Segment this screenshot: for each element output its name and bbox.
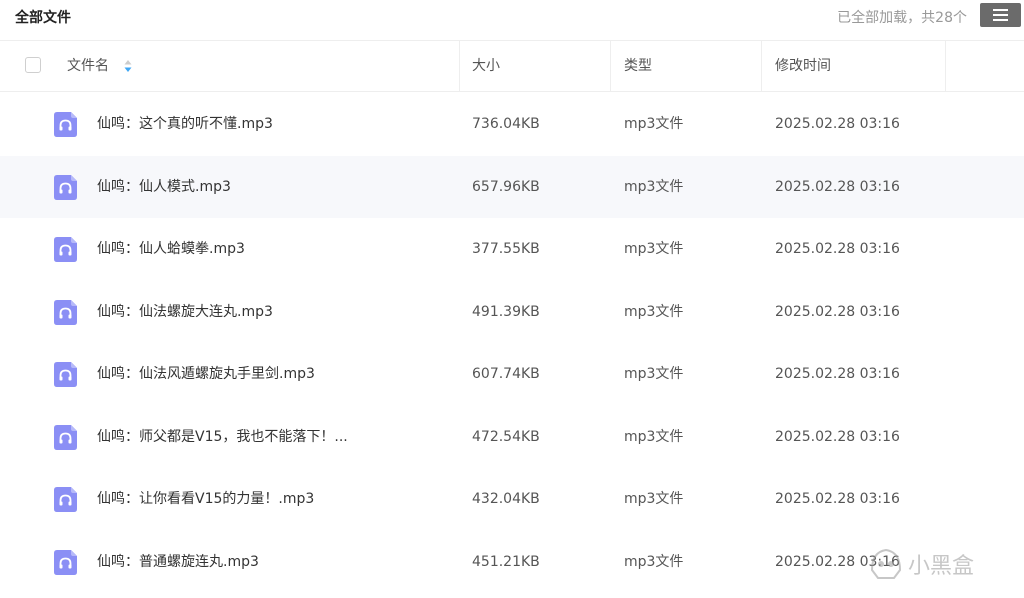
audio-file-icon (54, 362, 77, 387)
watermark-text: 小黑盒 (908, 554, 974, 579)
table-row[interactable]: 仙鸣：这个真的听不懂.mp3 736.04KB mp3文件 2025.02.28 03… (0, 93, 1024, 156)
file-name[interactable]: 仙鸣：师父都是V15，我也不能落下！... (97, 406, 348, 469)
file-modified: 2025.02.28 03:16 (775, 491, 900, 507)
file-type: mp3文件 (624, 116, 684, 132)
table-row[interactable]: 仙鸣：仙人蛤蟆拳.mp3 377.55KB mp3文件 2025.02.28 03:1… (0, 218, 1024, 281)
file-size: 451.21KB (472, 553, 540, 570)
hamburger-icon (993, 9, 1008, 21)
file-name[interactable]: 仙鸣：这个真的听不懂.mp3 (97, 93, 273, 156)
file-type: mp3文件 (624, 553, 684, 570)
sort-icon[interactable] (124, 59, 132, 73)
file-modified: 2025.02.28 03:16 (775, 116, 900, 132)
audio-file-icon (54, 487, 77, 512)
file-size: 472.54KB (472, 428, 540, 445)
toolbar: 全部文件 已全部加载，共28个 (0, 0, 1024, 40)
file-type: mp3文件 (624, 366, 684, 382)
column-divider (945, 41, 946, 92)
audio-file-icon (54, 112, 77, 137)
column-header-modified[interactable]: 修改时间 (775, 41, 831, 92)
file-modified: 2025.02.28 03:16 (775, 178, 900, 195)
table-row[interactable]: 仙鸣：让你看看V15的力量！.mp3 432.04KB mp3文件 2025.02.2… (0, 468, 1024, 531)
audio-file-icon (54, 549, 77, 575)
audio-file-icon (54, 424, 77, 450)
file-size: 377.55KB (472, 241, 540, 257)
audio-file-icon (54, 174, 77, 200)
file-modified: 2025.02.28 03:16 (775, 366, 900, 382)
table-header: 文件名 大小 类型 修改时间 (0, 40, 1024, 92)
file-size: 736.04KB (472, 116, 540, 132)
column-header-type[interactable]: 类型 (624, 41, 652, 92)
table-row[interactable]: 仙鸣：仙法螺旋大连丸.mp3 491.39KB mp3文件 2025.02.28 03… (0, 281, 1024, 344)
file-modified: 2025.02.28 03:16 (775, 241, 900, 257)
column-divider (610, 41, 611, 92)
file-name[interactable]: 仙鸣：让你看看V15的力量！.mp3 (97, 468, 314, 531)
file-modified: 2025.02.28 03:16 (775, 303, 900, 320)
file-modified: 2025.02.28 03:16 (775, 428, 900, 445)
file-type: mp3文件 (624, 491, 684, 507)
column-divider (459, 41, 460, 92)
file-name[interactable]: 仙鸣：仙人蛤蟆拳.mp3 (97, 218, 245, 281)
file-list: 仙鸣：这个真的听不懂.mp3 736.04KB mp3文件 2025.02.28 03… (0, 93, 1024, 593)
file-name[interactable]: 仙鸣：仙法螺旋大连丸.mp3 (97, 281, 273, 344)
file-type: mp3文件 (624, 178, 684, 195)
file-size: 607.74KB (472, 366, 540, 382)
file-size: 657.96KB (472, 178, 540, 195)
watermark-logo: 小黑盒 (870, 548, 974, 579)
audio-file-icon (54, 237, 77, 262)
file-name[interactable]: 仙鸣：仙人模式.mp3 (97, 156, 231, 219)
file-size: 432.04KB (472, 491, 540, 507)
load-status-text: 已全部加载，共28个 (837, 10, 967, 26)
select-all-checkbox[interactable] (25, 57, 41, 73)
file-type: mp3文件 (624, 303, 684, 320)
audio-file-icon (54, 299, 77, 325)
table-row[interactable]: 仙鸣：师父都是V15，我也不能落下！... 472.54KB mp3文件 2025.0… (0, 406, 1024, 469)
column-header-name[interactable]: 文件名 (67, 41, 109, 92)
file-size: 491.39KB (472, 303, 540, 320)
table-row[interactable]: 仙鸣：仙人模式.mp3 657.96KB mp3文件 2025.02.28 03:16 (0, 155, 1024, 219)
file-name[interactable]: 仙鸣：普通螺旋连丸.mp3 (97, 531, 259, 594)
file-name[interactable]: 仙鸣：仙法风遁螺旋丸手里剑.mp3 (97, 343, 315, 406)
menu-button[interactable] (980, 3, 1021, 27)
page-title: 全部文件 (15, 10, 71, 26)
column-divider (761, 41, 762, 92)
column-header-size[interactable]: 大小 (472, 41, 500, 92)
file-type: mp3文件 (624, 428, 684, 445)
file-type: mp3文件 (624, 241, 684, 257)
table-row[interactable]: 仙鸣：仙法风遁螺旋丸手里剑.mp3 607.74KB mp3文件 2025.02.28… (0, 343, 1024, 406)
